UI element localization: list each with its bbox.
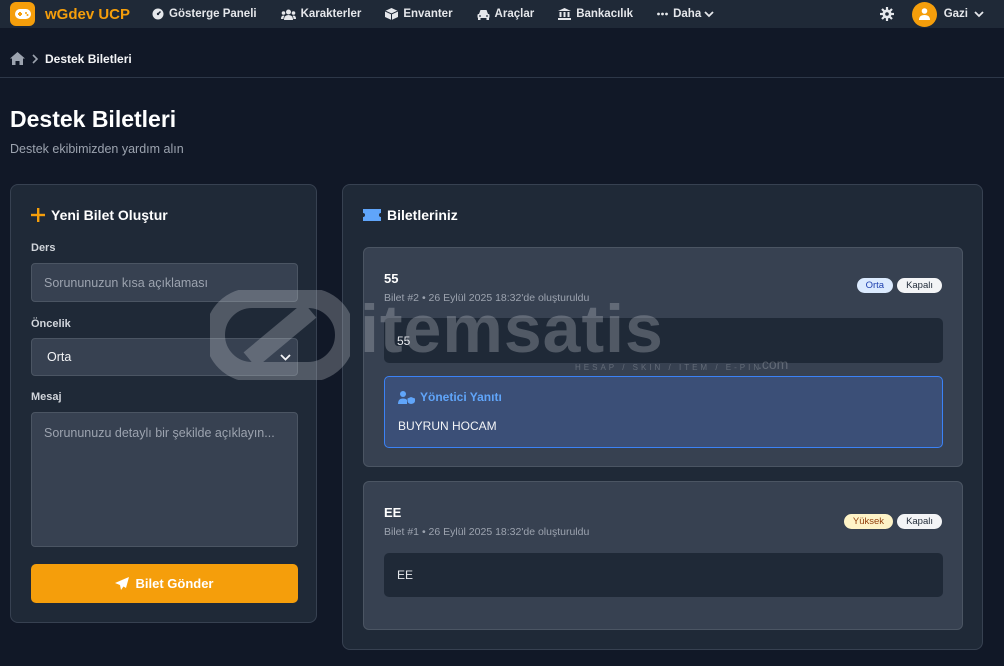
nav-item-characters[interactable]: Karakterler (280, 8, 362, 20)
top-navbar: wGdev UCP Gösterge Paneli Karakterler En… (0, 0, 1004, 28)
ticket-meta: Bilet #2 • 26 Eylül 2025 18:32'de oluştu… (384, 292, 590, 304)
tickets-card: Biletleriniz 55 Bilet #2 • 26 Eylül 2025… (342, 184, 983, 650)
nav-label: Araçlar (494, 8, 535, 20)
nav-item-banking[interactable]: Bankacılık (558, 8, 633, 20)
ticket-title: EE (384, 505, 402, 520)
nav-label: Karakterler (300, 8, 362, 20)
ticket-title: 55 (384, 271, 399, 286)
submit-label: Bilet Gönder (135, 576, 214, 591)
chevron-right-icon (32, 53, 39, 64)
status-badge: Kapalı (897, 278, 942, 293)
avatar[interactable] (911, 1, 937, 27)
ticket-card[interactable]: EE Bilet #1 • 26 Eylül 2025 18:32'de olu… (363, 481, 963, 630)
admin-reply-label: Yönetici Yanıtı (420, 390, 502, 404)
nav-item-vehicles[interactable]: Araçlar (477, 8, 535, 20)
message-textarea[interactable]: Sorununuzu detaylı bir şekilde açıklayın… (31, 412, 298, 547)
nav-item-more[interactable]: Daha (657, 8, 714, 20)
message-placeholder: Sorununuzu detaylı bir şekilde açıklayın… (44, 426, 275, 440)
priority-value: Orta (47, 350, 72, 364)
status-badge: Kapalı (897, 514, 942, 529)
subject-input[interactable]: Sorununuzun kısa açıklaması (31, 263, 298, 302)
page-subtitle: Destek ekibimizden yardım alın (10, 142, 184, 156)
users-icon (280, 9, 296, 20)
ticket-badges: Yüksek Kapalı (840, 514, 942, 529)
message-label: Mesaj (31, 391, 62, 403)
nav-label: Daha (673, 8, 702, 20)
ticket-card[interactable]: 55 Bilet #2 • 26 Eylül 2025 18:32'de olu… (363, 247, 963, 467)
admin-reply-text: BUYRUN HOCAM (398, 419, 497, 433)
tickets-title-text: Biletleriniz (387, 207, 458, 223)
box-icon (385, 8, 399, 20)
user-name[interactable]: Gazi (944, 8, 968, 20)
breadcrumb-current: Destek Biletleri (45, 51, 132, 66)
nav-links: Gösterge Paneli Karakterler Envanter Ara… (152, 8, 738, 20)
priority-label: Öncelik (31, 318, 71, 330)
priority-select[interactable]: Orta (31, 338, 298, 376)
car-icon (477, 9, 490, 20)
tickets-title: Biletleriniz (363, 207, 458, 223)
plus-icon (31, 208, 45, 222)
gamepad-icon (10, 2, 35, 26)
chevron-down-icon (704, 10, 714, 17)
admin-reply: Yönetici Yanıtı BUYRUN HOCAM (384, 376, 943, 448)
home-icon[interactable] (10, 52, 25, 65)
priority-badge: Orta (856, 278, 894, 293)
nav-label: Bankacılık (576, 8, 634, 20)
bank-icon (558, 8, 572, 20)
nav-item-inventory[interactable]: Envanter (385, 8, 453, 20)
submit-ticket-button[interactable]: Bilet Gönder (31, 564, 298, 603)
new-ticket-title-text: Yeni Bilet Oluştur (51, 207, 168, 223)
priority-badge: Yüksek (843, 514, 894, 529)
brand-name: wGdev UCP (45, 5, 131, 23)
user-shield-icon (398, 390, 415, 404)
new-ticket-title: Yeni Bilet Oluştur (31, 207, 168, 223)
ticket-icon (363, 209, 381, 221)
gear-icon[interactable] (879, 7, 894, 21)
nav-label: Envanter (403, 8, 453, 20)
nav-item-dashboard[interactable]: Gösterge Paneli (152, 8, 257, 20)
ticket-message-text: EE (397, 568, 414, 582)
subject-label: Ders (31, 242, 56, 254)
nav-label: Gösterge Paneli (169, 8, 257, 20)
dashboard-icon (152, 8, 164, 20)
ellipsis-icon (657, 12, 668, 16)
nav-right: Gazi (879, 0, 984, 28)
brand[interactable]: wGdev UCP (10, 2, 130, 26)
ticket-message: 55 (384, 318, 943, 363)
breadcrumb: Destek Biletleri (0, 40, 1004, 78)
ticket-badges: Orta Kapalı (853, 278, 942, 293)
ticket-meta: Bilet #1 • 26 Eylül 2025 18:32'de oluştu… (384, 526, 590, 538)
paper-plane-icon (115, 576, 130, 590)
ticket-message-text: 55 (397, 333, 411, 348)
subject-placeholder: Sorununuzun kısa açıklaması (44, 275, 208, 290)
chevron-down-icon[interactable] (974, 10, 984, 18)
new-ticket-card: Yeni Bilet Oluştur Ders Sorununuzun kısa… (10, 184, 317, 623)
ticket-message: EE (384, 553, 943, 597)
chevron-down-icon (280, 353, 291, 361)
page-title: Destek Biletleri (10, 106, 177, 132)
admin-reply-header: Yönetici Yanıtı (398, 390, 502, 404)
user-icon (918, 8, 930, 20)
